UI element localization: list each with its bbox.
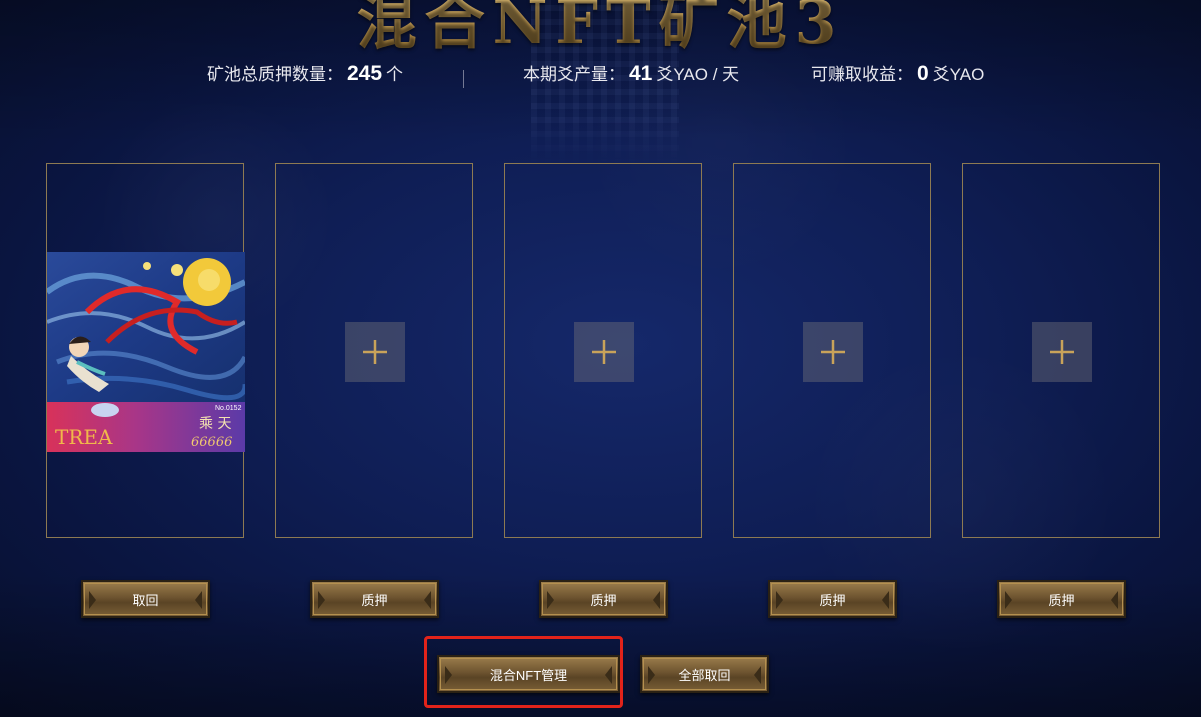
nft-slot-5[interactable] bbox=[962, 163, 1160, 538]
stat-period-output-unit: 爻YAO / 天 bbox=[656, 65, 740, 84]
stat-earnings: 可赚取收益： 0 爻YAO bbox=[811, 60, 984, 86]
stat-earnings-value: 0 bbox=[917, 62, 929, 85]
nft-card[interactable]: TREA No.0152 乘 天 66666 bbox=[47, 252, 245, 452]
stake-button-4[interactable]: 质押 bbox=[768, 580, 897, 618]
nft-slot-1[interactable]: TREA No.0152 乘 天 66666 bbox=[46, 163, 245, 538]
stake-button-label: 质押 bbox=[590, 592, 617, 608]
stat-period-output-value: 41 bbox=[629, 62, 653, 85]
add-nft-button[interactable] bbox=[803, 322, 863, 382]
nft-slot-2[interactable] bbox=[275, 163, 473, 538]
stat-total-staked: 矿池总质押数量： 245 个 bbox=[207, 60, 403, 86]
stake-button-label: 质押 bbox=[819, 592, 846, 608]
stat-total-staked-unit: 个 bbox=[386, 65, 404, 84]
stat-divider bbox=[463, 70, 464, 88]
stat-earnings-unit: 爻YAO bbox=[932, 65, 985, 84]
stake-button-3[interactable]: 质押 bbox=[539, 580, 668, 618]
nft-slot-4[interactable] bbox=[733, 163, 931, 538]
stat-period-output: 本期爻产量： 41 爻YAO / 天 bbox=[523, 60, 739, 86]
nft-artwork: TREA No.0152 乘 天 66666 bbox=[47, 252, 245, 452]
stake-button-label: 质押 bbox=[361, 592, 388, 608]
svg-text:66666: 66666 bbox=[191, 435, 232, 450]
stake-button-label: 质押 bbox=[1048, 592, 1075, 608]
withdraw-all-button[interactable]: 全部取回 bbox=[640, 655, 769, 693]
plus-icon bbox=[1050, 340, 1074, 364]
stake-button-2[interactable]: 质押 bbox=[310, 580, 439, 618]
mixed-nft-manage-label: 混合NFT管理 bbox=[489, 667, 568, 683]
withdraw-all-label: 全部取回 bbox=[678, 667, 731, 683]
pool-stats: 矿池总质押数量： 245 个 本期爻产量： 41 爻YAO / 天 可赚取收益：… bbox=[0, 60, 1201, 94]
stake-button-5[interactable]: 质押 bbox=[997, 580, 1126, 618]
add-nft-button[interactable] bbox=[574, 322, 634, 382]
svg-text:No.0152: No.0152 bbox=[215, 405, 242, 412]
plus-icon bbox=[821, 340, 845, 364]
svg-text:乘 天: 乘 天 bbox=[199, 416, 231, 432]
stat-period-output-label: 本期爻产量： bbox=[523, 65, 625, 84]
withdraw-button-label: 取回 bbox=[132, 592, 159, 608]
nft-slot-3[interactable] bbox=[504, 163, 702, 538]
stat-total-staked-label: 矿池总质押数量： bbox=[207, 65, 343, 84]
add-nft-button[interactable] bbox=[1032, 322, 1092, 382]
stat-earnings-label: 可赚取收益： bbox=[811, 65, 913, 84]
svg-text:TREA: TREA bbox=[55, 425, 113, 449]
page-title: 混合NFT矿池3 bbox=[0, 0, 1201, 61]
plus-icon bbox=[592, 340, 616, 364]
stat-total-staked-value: 245 bbox=[347, 62, 383, 85]
withdraw-button[interactable]: 取回 bbox=[81, 580, 210, 618]
plus-icon bbox=[363, 340, 387, 364]
add-nft-button[interactable] bbox=[345, 322, 405, 382]
